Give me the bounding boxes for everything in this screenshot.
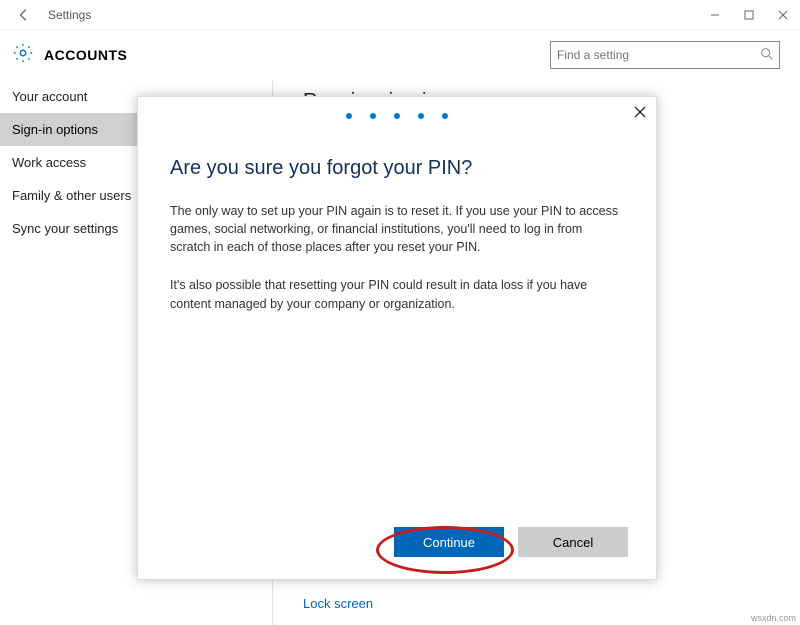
close-icon [778, 10, 788, 20]
sidebar-item-label: Your account [12, 89, 87, 104]
lock-screen-link[interactable]: Lock screen [303, 592, 373, 615]
sidebar-item-label: Family & other users [12, 188, 131, 203]
back-button[interactable] [10, 1, 38, 29]
dialog-close-button[interactable] [634, 105, 646, 121]
maximize-button[interactable] [732, 0, 766, 30]
minimize-button[interactable] [698, 0, 732, 30]
titlebar: Settings [0, 0, 800, 30]
close-icon [634, 106, 646, 118]
watermark: wsxdn.com [751, 613, 796, 623]
header: ACCOUNTS [0, 30, 800, 80]
sidebar-item-label: Sign-in options [12, 122, 98, 137]
continue-button[interactable]: Continue [394, 527, 504, 557]
sidebar-item-label: Work access [12, 155, 86, 170]
dot-icon [442, 113, 448, 119]
dialog-dots [138, 97, 656, 127]
pin-reset-dialog: Are you sure you forgot your PIN? The on… [137, 96, 657, 580]
gear-icon [12, 42, 34, 69]
sidebar-item-label: Sync your settings [12, 221, 118, 236]
search-icon [760, 47, 773, 63]
header-left: ACCOUNTS [12, 42, 127, 69]
dialog-paragraph: The only way to set up your PIN again is… [170, 202, 624, 256]
titlebar-left: Settings [0, 1, 91, 29]
close-button[interactable] [766, 0, 800, 30]
dialog-paragraph: It's also possible that resetting your P… [170, 276, 624, 312]
page-title: ACCOUNTS [44, 47, 127, 63]
dot-icon [370, 113, 376, 119]
search-input[interactable] [557, 48, 760, 62]
dialog-footer: Continue Cancel [394, 527, 628, 557]
maximize-icon [744, 10, 754, 20]
window-title: Settings [48, 8, 91, 22]
minimize-icon [710, 10, 720, 20]
dot-icon [418, 113, 424, 119]
dialog-title: Are you sure you forgot your PIN? [170, 157, 624, 180]
cancel-button[interactable]: Cancel [518, 527, 628, 557]
arrow-left-icon [17, 8, 31, 22]
dot-icon [394, 113, 400, 119]
window-controls [698, 0, 800, 30]
search-input-wrapper[interactable] [550, 41, 780, 69]
dialog-body: Are you sure you forgot your PIN? The on… [138, 127, 656, 313]
dot-icon [346, 113, 352, 119]
